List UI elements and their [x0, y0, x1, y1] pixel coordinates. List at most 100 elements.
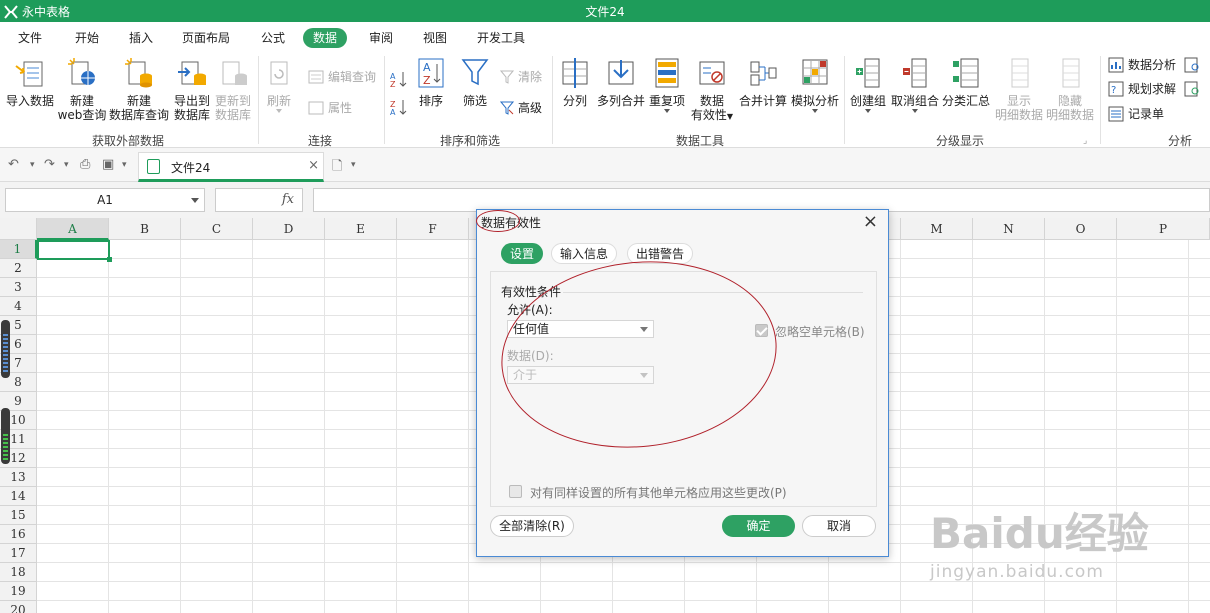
- row-header[interactable]: 16: [0, 525, 37, 544]
- column-header[interactable]: O: [1045, 218, 1117, 240]
- sort-button[interactable]: AZ 排序: [414, 56, 448, 108]
- lookup-icon-button[interactable]: [1184, 56, 1200, 74]
- document-tab[interactable]: 文件24 ×: [138, 152, 324, 182]
- column-header[interactable]: A: [37, 218, 109, 240]
- export-db-icon: [178, 61, 206, 85]
- new-web-query-button[interactable]: 新建 web查询: [56, 56, 108, 122]
- import-data-button[interactable]: 导入数据: [4, 56, 56, 108]
- redo-dropdown-icon[interactable]: ▾: [64, 160, 69, 170]
- menu-formula[interactable]: 公式: [251, 28, 295, 48]
- function-box[interactable]: fx: [215, 188, 303, 212]
- ungroup-icon: [903, 58, 927, 88]
- menu-data[interactable]: 数据: [303, 28, 348, 48]
- what-if-analysis-button[interactable]: 模拟分析: [789, 56, 841, 113]
- data-validation-button[interactable]: 数据 有效性▼: [688, 56, 736, 124]
- close-tab-icon[interactable]: ×: [308, 158, 319, 173]
- menu-view[interactable]: 视图: [413, 28, 457, 48]
- properties-button[interactable]: 属性: [308, 99, 352, 117]
- what-if-icon: [802, 59, 828, 85]
- export-db-button[interactable]: 导出到 数据库: [170, 56, 214, 122]
- refresh-icon: [270, 61, 288, 85]
- watermark-brand: Baidu经验: [930, 509, 1149, 558]
- customize-toolbar-icon[interactable]: ▾: [122, 160, 127, 170]
- svg-text:A: A: [423, 61, 431, 74]
- edit-query-button[interactable]: 编辑查询: [308, 68, 376, 86]
- row-header[interactable]: 18: [0, 563, 37, 582]
- lookup-icon: [1184, 57, 1199, 73]
- data-analysis-icon: [1108, 57, 1124, 73]
- consolidate-button[interactable]: 合并计算: [737, 56, 789, 108]
- menu-home[interactable]: 开始: [65, 28, 109, 48]
- menu-page-layout[interactable]: 页面布局: [172, 28, 240, 48]
- new-document-dropdown-icon[interactable]: ▾: [351, 160, 356, 170]
- save-icon[interactable]: ▣: [102, 157, 114, 172]
- menu-developer[interactable]: 开发工具: [467, 28, 535, 48]
- advanced-filter-icon: [500, 101, 514, 115]
- row-header[interactable]: 4: [0, 297, 37, 316]
- row-header[interactable]: 14: [0, 487, 37, 506]
- menu-insert[interactable]: 插入: [119, 28, 163, 48]
- tab-settings[interactable]: 设置: [501, 243, 544, 264]
- row-header[interactable]: 20: [0, 601, 37, 613]
- duplicates-button[interactable]: 重复项: [648, 56, 686, 113]
- data-analysis-button[interactable]: 数据分析: [1108, 56, 1176, 74]
- active-cell-a1[interactable]: [37, 240, 112, 262]
- hide-detail-button[interactable]: 隐藏 明细数据: [1044, 56, 1096, 122]
- column-header[interactable]: B: [109, 218, 181, 240]
- sort-asc-button[interactable]: AZ: [390, 70, 408, 88]
- merge-columns-button[interactable]: 多列合并: [596, 56, 646, 108]
- chevron-down-icon[interactable]: [191, 198, 199, 203]
- redo-icon[interactable]: ↷: [44, 157, 55, 172]
- menu-review[interactable]: 审阅: [359, 28, 403, 48]
- column-header[interactable]: F: [397, 218, 469, 240]
- watermark-url: jingyan.baidu.com: [930, 562, 1104, 582]
- show-detail-button[interactable]: 显示 明细数据: [994, 56, 1044, 122]
- clear-all-button[interactable]: 全部清除(R): [490, 515, 574, 537]
- sort-desc-button[interactable]: ZA: [390, 98, 408, 116]
- filter-button[interactable]: 筛选: [458, 56, 492, 108]
- apply-all-checkbox[interactable]: [509, 485, 522, 498]
- column-header[interactable]: C: [181, 218, 253, 240]
- create-group-button[interactable]: 创建组: [848, 56, 888, 113]
- refresh-button[interactable]: 刷新: [262, 56, 296, 113]
- column-header[interactable]: M: [901, 218, 973, 240]
- query-icon-button[interactable]: [1184, 80, 1200, 98]
- menu-file[interactable]: 文件: [8, 28, 52, 48]
- new-db-query-button[interactable]: 新建 数据库查询: [108, 56, 170, 122]
- level-meter-widget: [1, 408, 10, 464]
- watermark: Baidu经验 jingyan.baidu.com: [930, 470, 1200, 590]
- row-header[interactable]: 3: [0, 278, 37, 297]
- window-title: 文件24: [585, 5, 625, 19]
- cancel-button[interactable]: 取消: [802, 515, 876, 537]
- print-preview-icon[interactable]: ⎙: [80, 157, 90, 172]
- select-all-corner[interactable]: [0, 218, 37, 240]
- row-header[interactable]: 15: [0, 506, 37, 525]
- undo-dropdown-icon[interactable]: ▾: [30, 160, 35, 170]
- row-header[interactable]: 17: [0, 544, 37, 563]
- ungroup-button[interactable]: 取消组合: [890, 56, 940, 113]
- undo-icon[interactable]: ↶: [8, 157, 19, 172]
- update-db-button[interactable]: 更新到 数据库: [212, 56, 254, 122]
- clear-filter-button[interactable]: 清除: [500, 68, 542, 86]
- solver-button[interactable]: ? 规划求解: [1108, 80, 1176, 98]
- text-to-columns-button[interactable]: 分列: [558, 56, 592, 108]
- record-form-button[interactable]: 记录单: [1108, 105, 1164, 123]
- tab-input-message[interactable]: 输入信息: [551, 243, 618, 264]
- chevron-down-icon: [865, 109, 871, 113]
- column-header[interactable]: E: [325, 218, 397, 240]
- column-header[interactable]: N: [973, 218, 1045, 240]
- close-icon[interactable]: ×: [863, 211, 878, 232]
- ribbon-separator: [384, 56, 385, 144]
- fx-icon[interactable]: fx: [282, 192, 294, 207]
- row-header[interactable]: 19: [0, 582, 37, 601]
- row-header[interactable]: 13: [0, 468, 37, 487]
- name-box[interactable]: A1: [5, 188, 205, 212]
- subtotal-button[interactable]: 分类汇总: [940, 56, 992, 108]
- row-header[interactable]: 1: [0, 240, 37, 259]
- new-document-icon[interactable]: 🗋: [332, 157, 342, 179]
- row-header[interactable]: 2: [0, 259, 37, 278]
- column-header[interactable]: D: [253, 218, 325, 240]
- ok-button[interactable]: 确定: [722, 515, 795, 537]
- column-header[interactable]: P: [1117, 218, 1210, 240]
- advanced-filter-button[interactable]: 高级: [500, 99, 542, 117]
